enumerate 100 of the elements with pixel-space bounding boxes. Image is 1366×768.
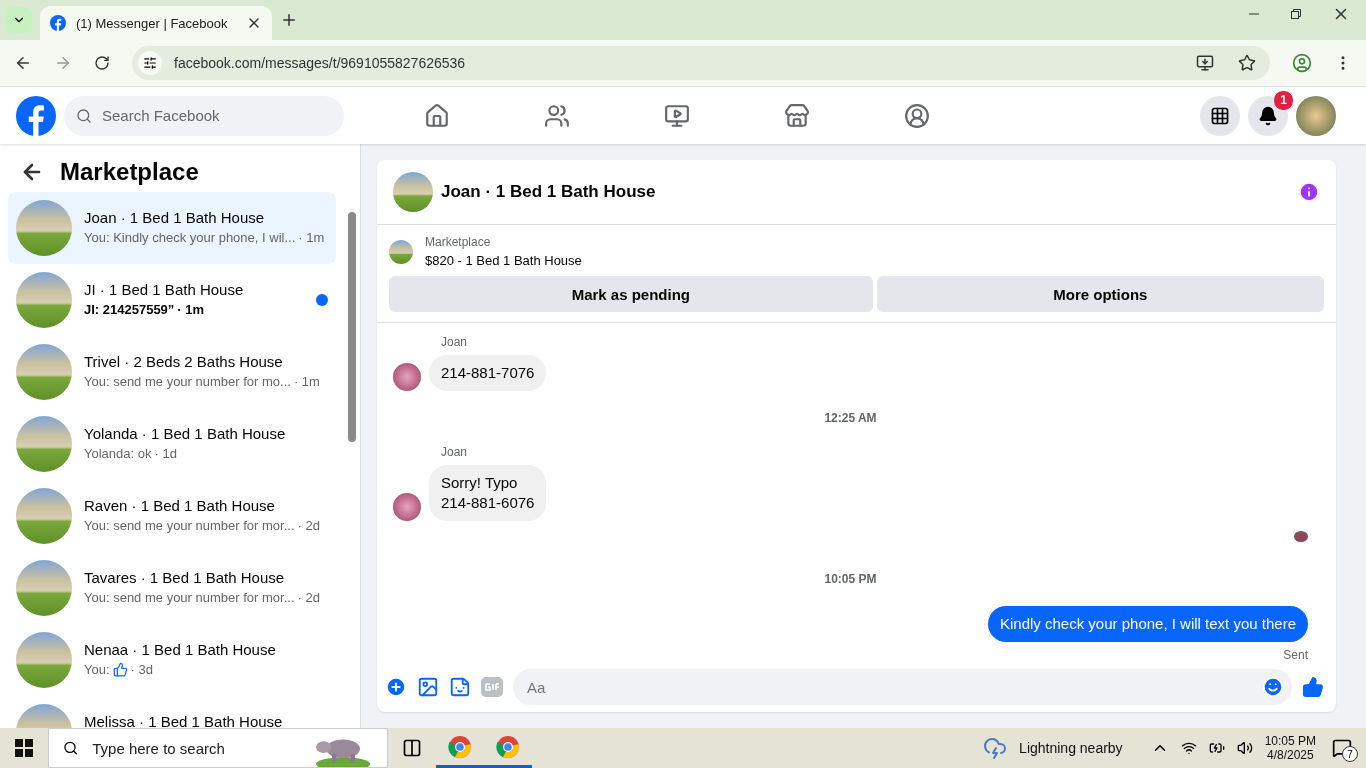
listing-photo: [16, 488, 72, 544]
conversation-item[interactable]: Joan · 1 Bed 1 Bath House You: Kindly check your phone, I wil... · 1m: [8, 192, 336, 264]
search-bar[interactable]: Search Facebook: [64, 95, 344, 136]
search-icon: [63, 739, 79, 757]
message-bubble: 214-881-7076: [429, 355, 547, 391]
new-tab-icon[interactable]: [280, 11, 298, 29]
conversation-title: Yolanda · 1 Bed 1 Bath House: [84, 425, 287, 442]
listing-photo: [393, 172, 433, 212]
conversation-item[interactable]: Nenaa · 1 Bed 1 Bath House You: · 3d: [8, 624, 336, 696]
sender-name: Joan: [441, 445, 469, 459]
conversation-title: Tavares · 1 Bed 1 Bath House: [84, 569, 286, 586]
sender-name: Joan: [441, 335, 469, 349]
conversation-title: Joan · 1 Bed 1 Bath House: [84, 209, 266, 226]
taskbar-search-bar[interactable]: Type here to search: [48, 728, 388, 768]
conversation-title: Raven · 1 Bed 1 Bath House: [84, 497, 276, 514]
search-icon: [76, 107, 92, 124]
contact-avatar[interactable]: [393, 363, 421, 391]
clock-time[interactable]: 10:05 PM: [1264, 734, 1316, 748]
network-icon[interactable]: [1180, 740, 1197, 756]
info-icon[interactable]: [1298, 181, 1320, 203]
listing-photo: [389, 239, 413, 264]
conversation-item[interactable]: Raven · 1 Bed 1 Bath House You: send me your number for mor... · 2d: [8, 480, 336, 552]
message-time: · 1m: [177, 302, 205, 317]
weather-icon[interactable]: [983, 736, 1008, 760]
weather-text[interactable]: Lightning nearby: [1019, 740, 1123, 756]
add-icon[interactable]: [385, 676, 407, 698]
timestamp: 10:05 PM: [824, 572, 877, 586]
forward-icon[interactable]: [54, 54, 72, 72]
message-time: · 2d: [297, 518, 320, 533]
conversation-item[interactable]: JI · 1 Bed 1 Bath House JI: 214257559” · 1m: [8, 264, 336, 336]
menu-grid-button[interactable]: [1200, 95, 1240, 136]
read-receipt-avatar: [1294, 531, 1308, 542]
message-preview: You: send me your number for mor...: [84, 590, 295, 605]
message-status: Sent: [1283, 648, 1308, 662]
battery-icon[interactable]: [1208, 740, 1225, 756]
listing-photo: [16, 272, 72, 328]
message-input[interactable]: Aa: [525, 677, 1262, 697]
message-time: · 3d: [130, 662, 153, 677]
message-preview: You:: [84, 662, 110, 677]
contact-avatar[interactable]: [393, 493, 421, 521]
message-preview: Yolanda: ok: [84, 446, 152, 461]
tab-search-button[interactable]: [6, 7, 32, 33]
chat-title: Joan · 1 Bed 1 Bath House: [441, 182, 657, 202]
conversation-title: Trivel · 2 Beds 2 Baths House: [84, 353, 284, 370]
conversation-item[interactable]: Tavares · 1 Bed 1 Bath House You: send me your number for mor... · 2d: [8, 552, 336, 624]
message-preview: JI: 214257559”: [84, 302, 175, 317]
back-icon[interactable]: [14, 54, 32, 72]
conversation-title: Nenaa · 1 Bed 1 Bath House: [84, 641, 277, 658]
listing-title[interactable]: $820 - 1 Bed 1 Bath House: [425, 253, 582, 268]
emoji-icon[interactable]: [1262, 676, 1284, 698]
conversation-title: Melissa · 1 Bed 1 Bath House: [84, 713, 284, 728]
tab-title: (1) Messenger | Facebook: [76, 15, 229, 31]
volume-icon[interactable]: [1236, 740, 1253, 756]
thumbs-up-icon[interactable]: [1302, 676, 1324, 698]
message-time: · 1d: [154, 446, 177, 461]
home-icon[interactable]: [424, 102, 450, 129]
facebook-logo[interactable]: [16, 95, 56, 136]
conversation-item[interactable]: Trivel · 2 Beds 2 Baths House You: send me your number for mo... · 1m: [8, 336, 336, 408]
listing-photo: [16, 632, 72, 688]
timestamp: 12:25 AM: [824, 411, 877, 425]
image-icon[interactable]: [417, 676, 439, 698]
notification-count: 7: [1342, 746, 1358, 762]
message-preview: You: send me your number for mor...: [84, 518, 295, 533]
listing-photo: [16, 200, 72, 256]
chrome-icon: [496, 734, 520, 759]
action-button[interactable]: More options: [876, 276, 1324, 312]
profile-icon[interactable]: [1292, 53, 1312, 73]
bell-icon: [1258, 105, 1278, 126]
message-preview: You: send me your number for mo...: [84, 374, 291, 389]
listing-photo: [16, 560, 72, 616]
profile-avatar[interactable]: [1296, 95, 1336, 136]
listing-photo: [16, 416, 72, 472]
groups-icon[interactable]: [904, 102, 930, 129]
action-button[interactable]: Mark as pending: [389, 276, 873, 312]
unread-dot: [316, 294, 328, 306]
conversation-item[interactable]: Yolanda · 1 Bed 1 Bath House Yolanda: ok · 1d: [8, 408, 336, 480]
conversation-title: JI · 1 Bed 1 Bath House: [84, 281, 245, 298]
message-preview: You: Kindly check your phone, I wil...: [84, 230, 296, 245]
grid-icon: [1210, 105, 1230, 126]
search-input[interactable]: Search Facebook: [100, 106, 332, 125]
scrollbar[interactable]: [348, 212, 356, 442]
message-time: · 1m: [298, 230, 325, 245]
reload-icon[interactable]: [94, 55, 110, 71]
install-icon[interactable]: [1196, 54, 1214, 72]
thumbs-up-icon: [112, 662, 128, 677]
facebook-logo[interactable]: [50, 15, 66, 31]
chrome-icon: [448, 734, 472, 759]
composer-bar[interactable]: Aa: [513, 669, 1292, 705]
listing-label: Marketplace: [425, 235, 492, 249]
video-icon[interactable]: [664, 102, 690, 129]
notifications-button[interactable]: [1248, 95, 1288, 136]
site-settings-icon[interactable]: [138, 51, 162, 75]
browser-tab[interactable]: (1) Messenger | Facebook: [40, 6, 272, 40]
notification-badge: 1: [1273, 89, 1294, 111]
clock-date[interactable]: 4/8/2025: [1266, 748, 1314, 762]
friends-icon[interactable]: [544, 102, 570, 129]
star-icon[interactable]: [1238, 54, 1256, 72]
store-icon[interactable]: [784, 102, 810, 129]
message-time: · 2d: [297, 590, 320, 605]
sticker-icon[interactable]: [449, 676, 471, 698]
